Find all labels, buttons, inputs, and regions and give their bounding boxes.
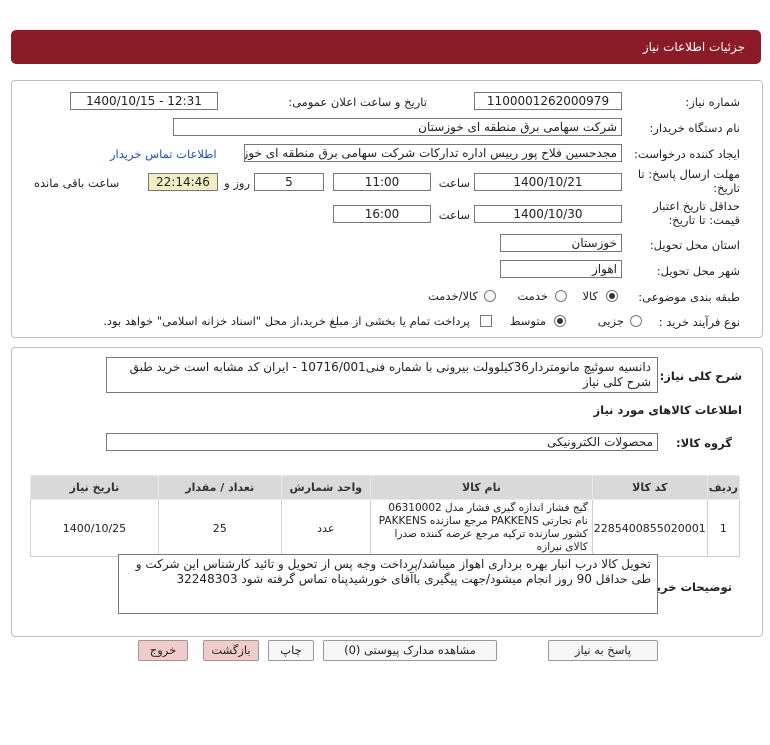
category-goods-label: کالا	[582, 289, 598, 303]
col-name: نام کالا	[370, 475, 593, 500]
cell-qty: 25	[157, 499, 282, 557]
reply-time-label: ساعت	[438, 176, 470, 190]
cell-name: گیج فشار اندازه گیری فشار مدل 06310002 ن…	[370, 499, 593, 557]
remaining-label: ساعت باقی مانده	[34, 176, 120, 190]
buyer-org-label: نام دستگاه خریدار:	[649, 121, 740, 135]
announce-datetime-field: 1400/10/15 - 12:31	[70, 92, 218, 110]
creator-label: ایجاد کننده درخواست:	[634, 147, 740, 161]
purchase-radio-minor[interactable]	[630, 315, 642, 327]
col-row: ردیف	[706, 475, 741, 500]
category-radio-goods[interactable]	[606, 290, 618, 302]
back-button[interactable]: بازگشت	[203, 640, 259, 661]
summary-text-box: دانسیه سوئیچ مانومتردار36کیلوولت بیرونی …	[106, 357, 658, 393]
print-button[interactable]: چاپ	[268, 640, 314, 661]
cell-unit: عدد	[280, 499, 372, 557]
summary-label: شرح کلی نیاز:	[659, 369, 742, 383]
creator-field: مجدحسین فلاح پور رییس اداره تدارکات شرکت…	[244, 144, 622, 162]
purchase-radio-medium[interactable]	[554, 315, 566, 327]
need-number-field: 1100001262000979	[474, 92, 622, 110]
treasury-payment-label: پرداخت تمام یا بخشی از مبلغ خرید،از محل …	[103, 314, 470, 328]
validity-time-label: ساعت	[438, 208, 470, 222]
col-date: تاریخ نیاز	[30, 475, 159, 500]
category-label: طبقه بندی موضوعی:	[638, 290, 740, 304]
announce-label: تاریخ و ساعت اعلان عمومی:	[288, 95, 427, 109]
category-goods-service-label: کالا/خدمت	[427, 289, 478, 303]
province-field: خوزستان	[500, 234, 622, 252]
remaining-time-field: 22:14:46	[148, 173, 218, 191]
buyer-notes-box: تحویل کالا درب انبار بهره برداری اهواز م…	[118, 554, 658, 614]
reply-deadline-label-2: تاریخ:	[713, 181, 740, 195]
validity-date-field: 1400/10/30	[474, 205, 622, 223]
validity-time-field: 16:00	[333, 205, 431, 223]
category-service-label: خدمت	[517, 289, 548, 303]
buyer-org-field: شرکت سهامی برق منطقه ای خوزستان	[173, 118, 622, 136]
view-attachments-button[interactable]: مشاهده مدارک پیوستی (0)	[323, 640, 497, 661]
cell-date: 1400/10/25	[30, 499, 159, 557]
goods-info-title: اطلاعات کالاهای مورد نیاز	[593, 403, 742, 417]
province-label: استان محل تحویل:	[649, 238, 740, 252]
cell-row: 1	[706, 499, 741, 557]
page-header: جزئیات اطلاعات نیاز	[11, 30, 761, 64]
purchase-minor-label: جزیی	[597, 314, 624, 328]
page-title: جزئیات اطلاعات نیاز	[642, 40, 745, 54]
goods-table: ردیف کد کالا نام کالا واحد شمارش تعداد /…	[30, 475, 741, 557]
purchase-medium-label: متوسط	[509, 314, 546, 328]
remaining-days-field: 5	[254, 173, 324, 191]
cell-code: 2285400855020001	[591, 499, 708, 557]
validity-label-2: قیمت: تا تاریخ:	[668, 213, 740, 227]
city-label: شهر محل تحویل:	[656, 264, 740, 278]
buyer-contact-link[interactable]: اطلاعات تماس خریدار	[110, 147, 217, 161]
goods-group-field: محصولات الکترونیکی	[106, 433, 658, 451]
exit-button[interactable]: خروج	[138, 640, 188, 661]
city-field: اهواز	[500, 260, 622, 278]
reply-date-field: 1400/10/21	[474, 173, 622, 191]
treasury-payment-checkbox[interactable]	[480, 315, 492, 327]
validity-label: حداقل تاریخ اعتبار	[653, 199, 740, 213]
need-number-label: شماره نیاز:	[685, 95, 740, 109]
category-radio-service[interactable]	[555, 290, 567, 302]
col-qty: تعداد / مقدار	[157, 475, 282, 500]
days-label: روز و	[224, 176, 250, 190]
purchase-type-label: نوع فرآیند خرید :	[658, 315, 740, 329]
goods-group-label: گروه کالا:	[676, 436, 732, 450]
col-code: کد کالا	[591, 475, 708, 500]
table-row: 1 2285400855020001 گیج فشار اندازه گیری …	[30, 499, 741, 557]
reply-deadline-label: مهلت ارسال پاسخ: تا	[637, 167, 740, 181]
category-radio-goods-service[interactable]	[484, 290, 496, 302]
reply-time-field: 11:00	[333, 173, 431, 191]
col-unit: واحد شمارش	[280, 475, 372, 500]
reply-button[interactable]: پاسخ به نیاز	[548, 640, 658, 661]
